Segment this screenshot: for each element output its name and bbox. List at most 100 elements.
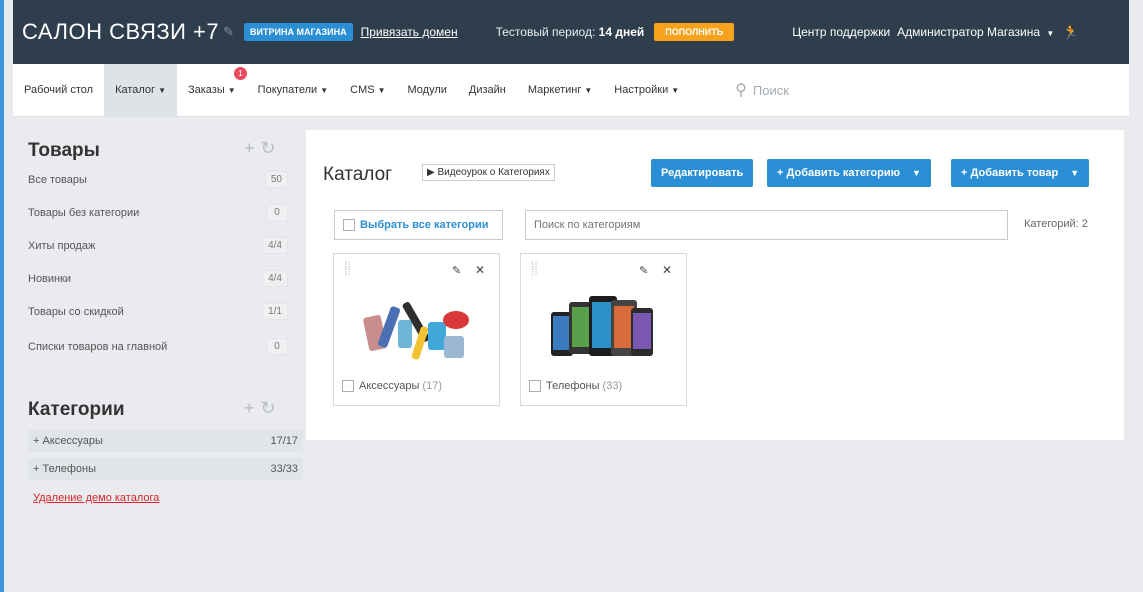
- category-count-text: Категорий: 2: [1024, 218, 1088, 230]
- category-card-phones[interactable]: ⁞⁞ ⁞⁞ ✎ ✕ Телефоны (33): [520, 253, 687, 406]
- trial-period: Тестовый период: 14 дней: [496, 25, 645, 39]
- card-label: Аксессуары (17): [342, 380, 442, 392]
- chevron-down-icon: ▼: [158, 85, 166, 95]
- nav-item-dashboard[interactable]: Рабочий стол: [13, 64, 104, 117]
- phones-image: [551, 296, 653, 356]
- checkbox[interactable]: [343, 219, 355, 231]
- count-badge: 4/4: [262, 270, 288, 287]
- nav-item-label: Маркетинг: [527, 84, 582, 96]
- card-name: Телефоны: [546, 380, 600, 392]
- page-title: Каталог: [323, 164, 393, 185]
- card-name: Аксессуары: [359, 380, 420, 392]
- refresh-icon[interactable]: ↻: [261, 138, 282, 158]
- nav-search-placeholder: Поиск: [752, 82, 789, 98]
- count-badge: 0: [266, 204, 288, 221]
- nav-item-design[interactable]: Дизайн: [458, 64, 517, 117]
- select-all-label: Выбрать все категории: [360, 219, 489, 231]
- card-count: (17): [422, 380, 442, 392]
- add-product-label: Добавить товар: [970, 167, 1059, 179]
- chevron-down-icon: ▼: [671, 85, 680, 95]
- sidebar-item-discounted[interactable]: Товары со скидкой 1/1: [28, 303, 288, 320]
- chevron-down-icon[interactable]: ▼: [912, 168, 921, 178]
- trial-days: 14 дней: [598, 25, 645, 39]
- sidebar-item-homepage-lists[interactable]: Списки товаров на главной 0: [28, 338, 288, 355]
- category-card-accessories[interactable]: ⁞⁞ ⁞⁞ ✎ ✕ Аксессуары (17): [333, 253, 500, 406]
- nav-item-label: Рабочий стол: [24, 84, 94, 96]
- category-count: 17/17: [270, 435, 298, 447]
- topup-button[interactable]: ПОПОЛНИТЬ: [654, 23, 735, 41]
- nav-item-cms[interactable]: CMS ▼: [339, 64, 396, 117]
- pencil-icon[interactable]: ✎: [223, 24, 234, 40]
- nav-item-modules[interactable]: Модули: [397, 64, 458, 117]
- chevron-down-icon[interactable]: ▼: [1070, 168, 1079, 178]
- sidebar-item-all-products[interactable]: Все товары 50: [28, 171, 288, 188]
- plus-icon: +: [961, 167, 968, 179]
- chevron-down-icon: ▼: [1046, 29, 1055, 38]
- store-name[interactable]: САЛОН СВЯЗИ +7: [22, 19, 219, 45]
- sidebar-item-new[interactable]: Новинки 4/4: [28, 270, 288, 287]
- plus-icon[interactable]: +: [244, 398, 261, 418]
- select-all-categories[interactable]: Выбрать все категории: [334, 210, 503, 240]
- categories-title: Категории: [28, 399, 125, 420]
- top-bar: САЛОН СВЯЗИ +7 ✎ ВИТРИНА МАГАЗИНА Привяз…: [13, 0, 1129, 64]
- plus-icon[interactable]: +: [244, 138, 261, 158]
- nav-item-label: Модули: [407, 84, 447, 96]
- add-category-label: Добавить категорию: [786, 167, 901, 179]
- left-accent-bar: [0, 0, 4, 592]
- sidebar-item-label: Хиты продаж: [28, 239, 96, 252]
- category-row-phones[interactable]: + Телефоны 33/33: [28, 458, 303, 480]
- sidebar-item-label: Все товары: [28, 173, 87, 186]
- close-icon[interactable]: ✕: [662, 263, 672, 277]
- nav-item-orders[interactable]: Заказы ▼ 1: [177, 64, 247, 117]
- plus-icon: +: [777, 167, 784, 179]
- close-icon[interactable]: ✕: [475, 263, 485, 277]
- storefront-button[interactable]: ВИТРИНА МАГАЗИНА: [244, 23, 353, 41]
- sidebar-item-bestsellers[interactable]: Хиты продаж 4/4: [28, 237, 288, 254]
- nav-item-marketing[interactable]: Маркетинг ▼: [517, 64, 603, 117]
- category-search-input[interactable]: [525, 210, 1008, 240]
- drag-handle-icon[interactable]: ⁞⁞ ⁞⁞: [344, 260, 351, 277]
- delete-demo-catalog-link[interactable]: Удаление демо каталога: [33, 492, 159, 504]
- bind-domain-link[interactable]: Привязать домен: [361, 25, 458, 39]
- drag-handle-icon[interactable]: ⁞⁞ ⁞⁞: [531, 260, 538, 277]
- sidebar-item-uncategorized[interactable]: Товары без категории 0: [28, 204, 288, 221]
- category-label: Телефоны: [42, 463, 97, 475]
- count-badge: 50: [264, 171, 288, 188]
- category-row-accessories[interactable]: + Аксессуары 17/17: [28, 430, 303, 452]
- products-title: Товары: [28, 140, 100, 161]
- count-badge: 1/1: [262, 303, 288, 320]
- nav-item-settings[interactable]: Настройки ▼: [603, 64, 690, 117]
- add-category-button[interactable]: + Добавить категорию ▼: [767, 159, 931, 187]
- add-product-button[interactable]: + Добавить товар ▼: [951, 159, 1090, 187]
- sidebar-item-label: Новинки: [28, 272, 72, 285]
- refresh-icon[interactable]: ↻: [261, 398, 282, 418]
- category-label: Аксессуары: [42, 435, 103, 447]
- count-badge: 4/4: [262, 237, 288, 254]
- card-label: Телефоны (33): [529, 380, 622, 392]
- nav-item-catalog[interactable]: Каталог ▼: [104, 63, 177, 117]
- support-link[interactable]: Центр поддержки: [792, 25, 890, 39]
- admin-menu[interactable]: Администратор Магазина ▼: [897, 25, 1054, 39]
- runner-icon[interactable]: 🏃: [1062, 24, 1079, 41]
- video-tutorial-button[interactable]: ▶ Видеоурок о Категориях: [422, 164, 555, 181]
- catalog-panel: Каталог ▶ Видеоурок о Категориях Редакти…: [306, 130, 1124, 440]
- pencil-icon[interactable]: ✎: [639, 264, 648, 277]
- pencil-icon[interactable]: ✎: [452, 264, 461, 277]
- sidebar-item-label: Товары со скидкой: [28, 305, 124, 318]
- checkbox[interactable]: [342, 380, 354, 392]
- orders-badge: 1: [233, 66, 247, 80]
- nav-item-label: Дизайн: [468, 84, 506, 96]
- checkbox[interactable]: [529, 380, 541, 392]
- nav-item-label: Покупатели: [257, 84, 318, 96]
- sidebar: Товары +↻ Все товары 50 Товары без катег…: [13, 118, 303, 592]
- main-nav: Рабочий стол Каталог ▼ Заказы ▼ 1 Покупа…: [13, 63, 1129, 117]
- nav-item-customers[interactable]: Покупатели ▼: [247, 64, 339, 117]
- nav-search[interactable]: ⚲ Поиск: [735, 80, 789, 100]
- admin-label: Администратор Магазина: [897, 25, 1041, 39]
- edit-button[interactable]: Редактировать: [651, 159, 754, 187]
- chevron-down-icon: ▼: [584, 85, 593, 95]
- accessories-image: [363, 302, 469, 360]
- category-count: 33/33: [270, 463, 298, 475]
- sidebar-item-label: Списки товаров на главной: [28, 340, 168, 353]
- sidebar-item-label: Товары без категории: [28, 206, 140, 219]
